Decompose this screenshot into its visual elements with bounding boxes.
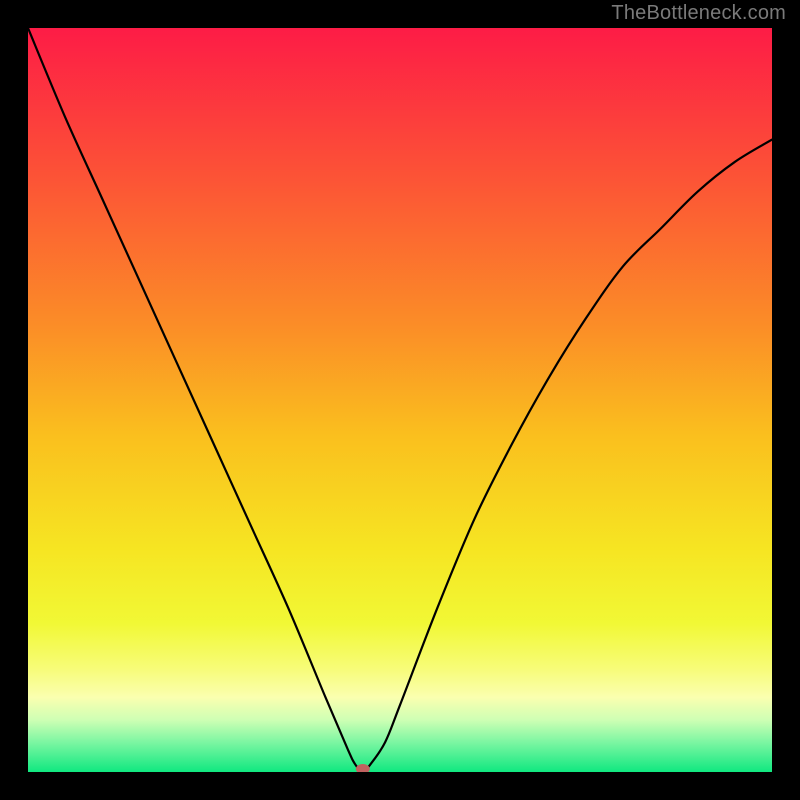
- chart-frame: TheBottleneck.com: [0, 0, 800, 800]
- chart-plot: [28, 28, 772, 772]
- plot-background: [28, 28, 772, 772]
- watermark-text: TheBottleneck.com: [611, 2, 786, 25]
